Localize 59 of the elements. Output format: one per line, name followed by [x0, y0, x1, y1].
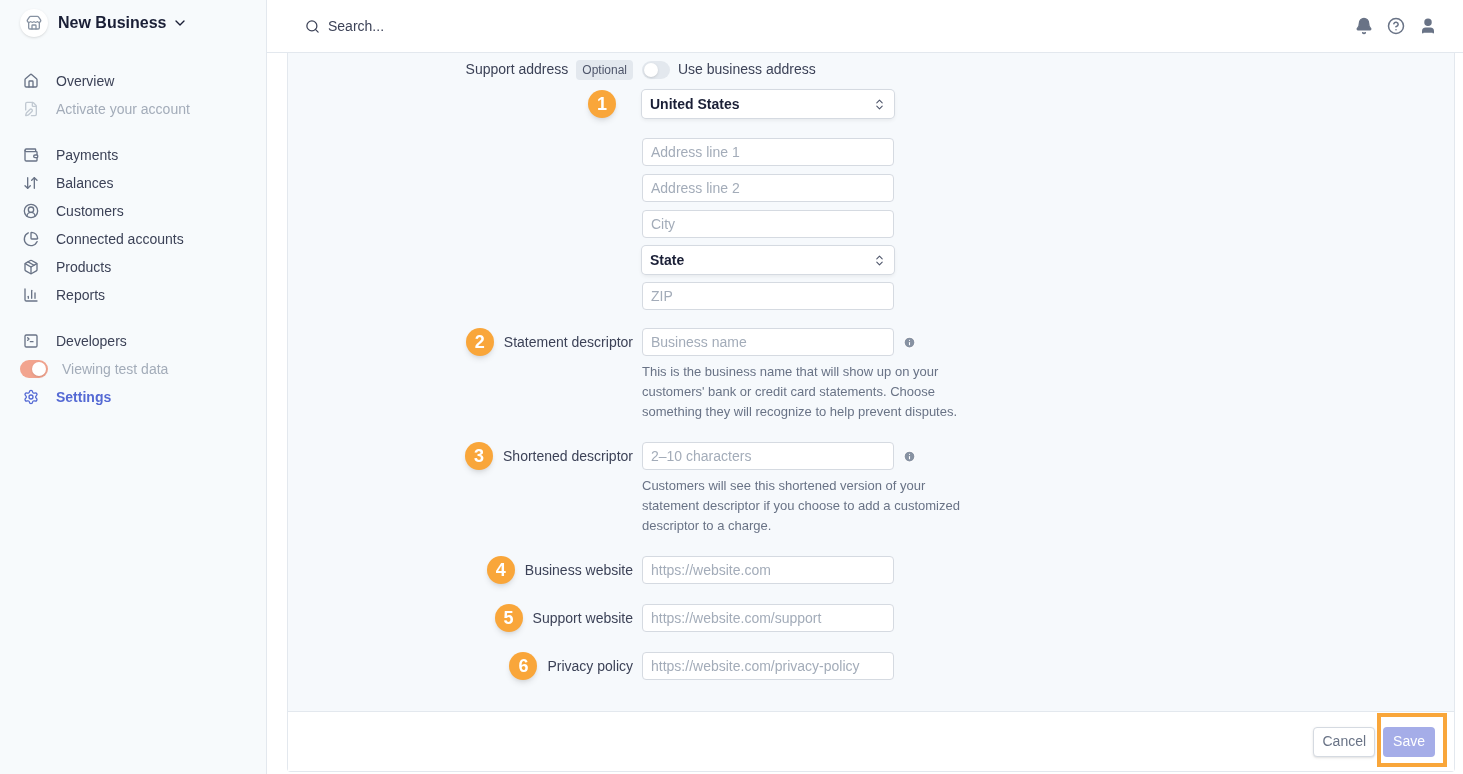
sidebar-item[interactable]: Reports	[20, 281, 266, 309]
number-marker: 1	[588, 90, 616, 118]
input-field[interactable]: Address line 2	[642, 174, 894, 202]
info-icon[interactable]	[903, 335, 916, 349]
info-icon[interactable]	[903, 449, 916, 463]
number-marker: 2	[465, 328, 494, 356]
input-field[interactable]: Business name	[642, 328, 894, 356]
wallet-icon	[23, 147, 39, 163]
field-label: Support address	[465, 60, 569, 79]
sidebar-item[interactable]: Settings	[20, 383, 266, 411]
sidebar-item[interactable]: Payments	[20, 141, 266, 169]
pie-chart-icon	[23, 231, 39, 247]
cancel-button[interactable]: Cancel	[1313, 726, 1376, 757]
select-field[interactable]: State	[642, 246, 894, 274]
input-field[interactable]: ZIP	[642, 282, 894, 310]
select-field[interactable]: United States	[642, 90, 894, 118]
search-field[interactable]: Search...	[305, 15, 605, 37]
chevrons-icon	[873, 253, 886, 267]
number-marker: 4	[486, 556, 515, 584]
person-icon	[23, 203, 39, 219]
user-icon[interactable]	[1419, 17, 1437, 35]
sidebar-item[interactable]: Balances	[20, 169, 266, 197]
home-icon	[23, 73, 39, 89]
number-marker: 3	[465, 442, 494, 470]
field-label: Shortened descriptor	[503, 446, 633, 466]
toggle-switch[interactable]	[642, 60, 670, 79]
settings-icon	[23, 389, 39, 405]
field-label: Privacy policy	[547, 656, 633, 676]
sidebar-item[interactable]: Developers	[20, 327, 266, 355]
help-text: Customers will see this shortened version of your statement descriptor if you choose to add a customized descriptor to a charge.	[642, 477, 961, 535]
store-icon	[20, 9, 48, 37]
help-icon[interactable]	[1387, 17, 1405, 35]
business-switcher[interactable]: New Business	[58, 11, 189, 35]
input-field[interactable]: 2–10 characters	[642, 442, 894, 470]
sidebar-item[interactable]: Customers	[20, 197, 266, 225]
sidebar-item[interactable]: Connected accounts	[20, 225, 266, 253]
chevrons-icon	[873, 97, 886, 111]
field-label: Support website	[532, 608, 633, 628]
field-label: Business website	[524, 560, 633, 580]
sidebar-item[interactable]: Products	[20, 253, 266, 281]
input-field[interactable]: https://website.com	[642, 556, 894, 584]
input-field[interactable]: https://website.com/support	[642, 604, 894, 632]
number-marker: 6	[509, 652, 538, 680]
sidebar-item[interactable]: Overview	[20, 67, 266, 95]
bar-chart-icon	[23, 287, 39, 303]
input-field[interactable]: Address line 1	[642, 138, 894, 166]
help-text: This is the business name that will show up on your customers' bank or credit card statements. Choose something they will recognize to help prevent disputes.	[642, 363, 959, 421]
number-marker: 5	[494, 604, 523, 632]
box-icon	[23, 259, 39, 275]
notifications-icon[interactable]	[1355, 17, 1373, 35]
input-field[interactable]: City	[642, 210, 894, 238]
terminal-icon	[23, 333, 39, 349]
field-label: Statement descriptor	[503, 332, 633, 352]
toggle-label: Use business address	[678, 60, 816, 79]
optional-tag: Optional	[576, 59, 633, 80]
arrows-icon	[23, 175, 39, 191]
input-field[interactable]: https://website.com/privacy-policy	[642, 652, 894, 680]
search-icon	[305, 18, 320, 34]
sidebar-label: Viewing test data	[62, 359, 169, 379]
